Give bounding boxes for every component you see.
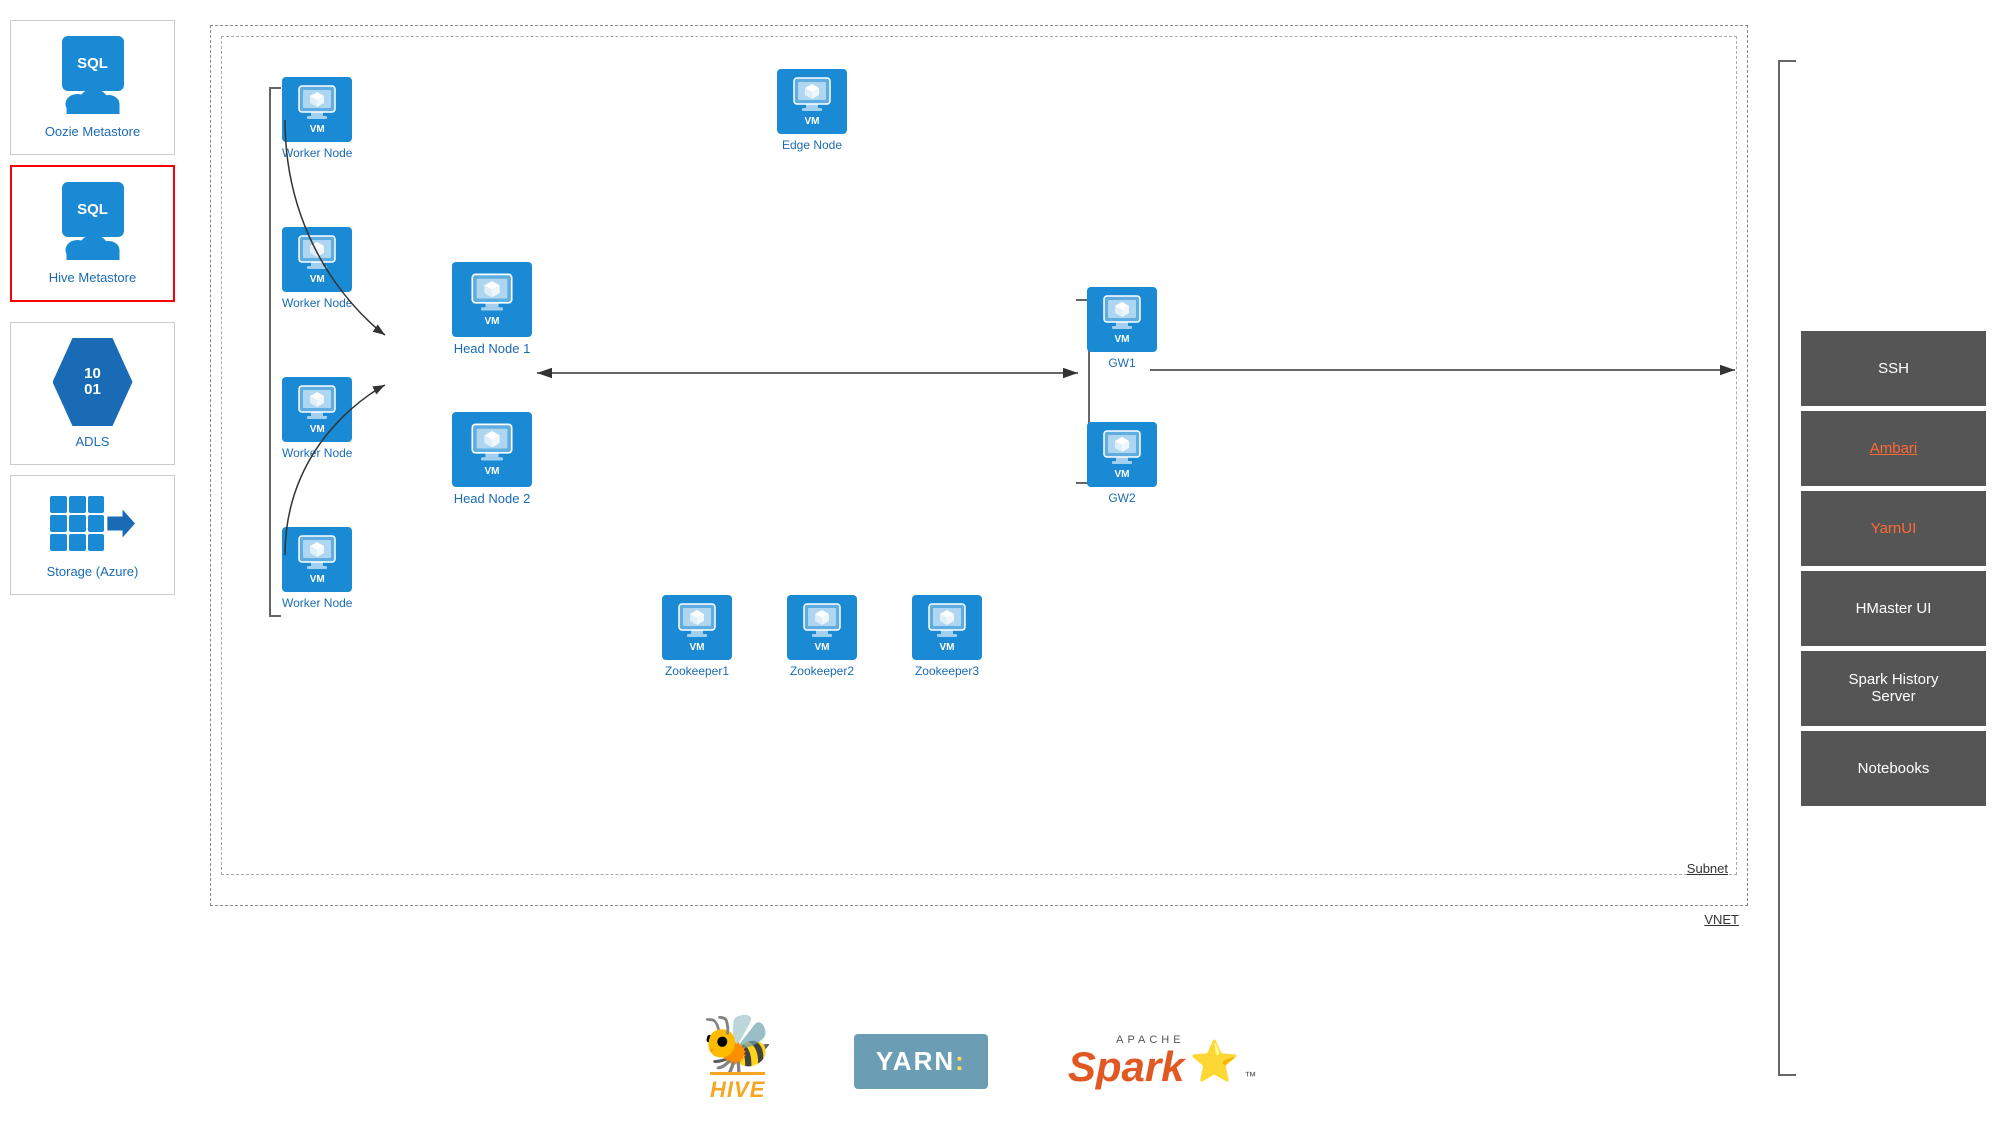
gw2-vm-label: VM: [1115, 469, 1130, 480]
spark-star-icon: ⭐: [1190, 1038, 1240, 1085]
hmaster-button[interactable]: HMaster UI: [1801, 571, 1986, 646]
bottom-logos: 🐝 HIVE YARN: APACHE Spark ⭐ ™: [200, 1011, 1758, 1121]
storage-icon: [50, 491, 135, 556]
edge-vm-label: VM: [805, 116, 820, 127]
adls-box: 1001 ADLS: [10, 322, 175, 465]
storage-box: Storage (Azure): [10, 475, 175, 595]
vm-label-2: VM: [310, 274, 325, 285]
spark-logo: APACHE Spark ⭐ ™: [1068, 1034, 1257, 1088]
worker-label-2: Worker Node: [282, 296, 352, 310]
oozie-metastore-box: SQL Oozie Metastore: [10, 20, 175, 155]
head-node-1: VM Head Node 1: [452, 262, 532, 356]
spark-tm: ™: [1244, 1069, 1256, 1088]
zoo2-vm-label: VM: [815, 642, 830, 653]
left-panel: SQL Oozie Metastore SQL: [0, 0, 185, 1136]
right-bracket: [1778, 60, 1796, 1076]
vm-label-3: VM: [310, 424, 325, 435]
worker-label-4: Worker Node: [282, 596, 352, 610]
vnet-box: VM Worker Node: [210, 25, 1748, 906]
yarn-logo: YARN:: [854, 1034, 988, 1089]
vnet-label: VNET: [1704, 912, 1739, 927]
oozie-icon: SQL: [55, 36, 130, 116]
head-node-1-icon: VM: [452, 262, 532, 337]
zoo1-label: Zookeeper1: [665, 664, 729, 678]
zookeeper-2: VM Zookeeper2: [787, 595, 857, 678]
hive-label: Hive Metastore: [49, 270, 136, 285]
zoo3-label: Zookeeper3: [915, 664, 979, 678]
head-node-2-icon: VM: [452, 412, 532, 487]
worker-label-1: Worker Node: [282, 146, 352, 160]
edge-label: Edge Node: [782, 138, 842, 152]
worker-vm-icon-3: VM: [282, 377, 352, 442]
gw2-node: VM GW2: [1087, 422, 1157, 505]
head-vm-label-1: VM: [485, 316, 500, 327]
edge-node-icon: VM: [777, 69, 847, 134]
oozie-label: Oozie Metastore: [45, 124, 140, 139]
zoo1-icon: VM: [662, 595, 732, 660]
hive-logo: 🐝 HIVE: [702, 1019, 774, 1102]
worker-node-2: VM Worker Node: [282, 227, 352, 310]
head-label-1: Head Node 1: [454, 341, 531, 356]
gw1-vm-label: VM: [1115, 334, 1130, 345]
zookeeper-3: VM Zookeeper3: [912, 595, 982, 678]
head-node-2: VM Head Node 2: [452, 412, 532, 506]
ambari-button[interactable]: Ambari: [1801, 411, 1986, 486]
worker-node-4: VM Worker Node: [282, 527, 352, 610]
yarnui-button[interactable]: YarnUI: [1801, 491, 1986, 566]
vm-label-1: VM: [310, 124, 325, 135]
zoo2-label: Zookeeper2: [790, 664, 854, 678]
notebooks-button[interactable]: Notebooks: [1801, 731, 1986, 806]
worker-label-3: Worker Node: [282, 446, 352, 460]
subnet-box: VM Worker Node: [221, 36, 1737, 875]
worker-vm-icon-2: VM: [282, 227, 352, 292]
worker-node-3: VM Worker Node: [282, 377, 352, 460]
zoo2-icon: VM: [787, 595, 857, 660]
diagram-area: VM Worker Node: [185, 0, 1773, 1136]
worker-node-1: VM Worker Node: [282, 77, 352, 160]
worker-vm-icon-1: VM: [282, 77, 352, 142]
hive-metastore-box: SQL Hive Metastore: [10, 165, 175, 302]
gw1-icon: VM: [1087, 287, 1157, 352]
head-vm-label-2: VM: [485, 466, 500, 477]
worker-bracket: [269, 87, 281, 617]
yarn-text: YARN:: [876, 1046, 966, 1076]
zoo3-icon: VM: [912, 595, 982, 660]
bee-icon: 🐝: [702, 1019, 774, 1071]
gw2-icon: VM: [1087, 422, 1157, 487]
head-label-2: Head Node 2: [454, 491, 531, 506]
diagram-wrapper: VM Worker Node: [200, 15, 1758, 1006]
right-panel-buttons: SSH Ambari YarnUI HMaster UI Spark Histo…: [1796, 20, 1991, 1116]
zookeeper-1: VM Zookeeper1: [662, 595, 732, 678]
main-container: SQL Oozie Metastore SQL: [0, 0, 1996, 1136]
hive-icon: SQL: [55, 182, 130, 262]
edge-node: VM Edge Node: [777, 69, 847, 152]
storage-label: Storage (Azure): [47, 564, 139, 579]
spark-history-button[interactable]: Spark HistoryServer: [1801, 651, 1986, 726]
subnet-label: Subnet: [1687, 861, 1728, 876]
arrows-svg: [222, 37, 1736, 874]
vm-label-4: VM: [310, 574, 325, 585]
zoo1-vm-label: VM: [690, 642, 705, 653]
right-panel-outer: SSH Ambari YarnUI HMaster UI Spark Histo…: [1773, 0, 1996, 1136]
spark-text: Spark: [1068, 1046, 1185, 1088]
zoo3-vm-label: VM: [940, 642, 955, 653]
ssh-button[interactable]: SSH: [1801, 331, 1986, 406]
gw1-node: VM GW1: [1087, 287, 1157, 370]
adls-icon: 1001: [53, 338, 133, 426]
gw1-label: GW1: [1108, 356, 1135, 370]
adls-label: ADLS: [76, 434, 110, 449]
hive-text: HIVE: [710, 1072, 765, 1103]
worker-vm-icon-4: VM: [282, 527, 352, 592]
gw2-label: GW2: [1108, 491, 1135, 505]
